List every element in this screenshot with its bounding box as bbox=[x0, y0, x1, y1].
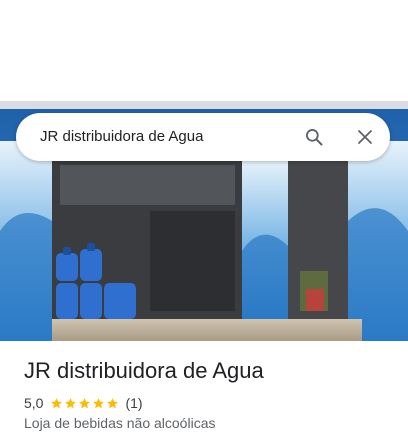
search-bar[interactable]: JR distribuidora de Agua bbox=[16, 113, 390, 161]
search-input[interactable]: JR distribuidora de Agua bbox=[40, 128, 203, 145]
place-title: JR distribuidora de Agua bbox=[24, 358, 264, 383]
rating-row[interactable]: 5,0 (1) bbox=[24, 394, 143, 412]
rating-stars bbox=[50, 397, 120, 410]
star-icon bbox=[51, 397, 63, 408]
review-count[interactable]: (1) bbox=[125, 395, 142, 411]
star-icon bbox=[65, 397, 77, 408]
close-icon bbox=[358, 130, 372, 144]
search-button[interactable] bbox=[302, 125, 326, 149]
star-icon bbox=[93, 397, 105, 408]
rating-value: 5,0 bbox=[24, 395, 44, 411]
place-category: Loja de bebidas não alcoólicas bbox=[24, 415, 216, 431]
star-icon bbox=[107, 397, 119, 408]
search-icon bbox=[306, 129, 323, 146]
clear-search-button[interactable] bbox=[353, 125, 377, 149]
star-icon bbox=[79, 397, 91, 408]
